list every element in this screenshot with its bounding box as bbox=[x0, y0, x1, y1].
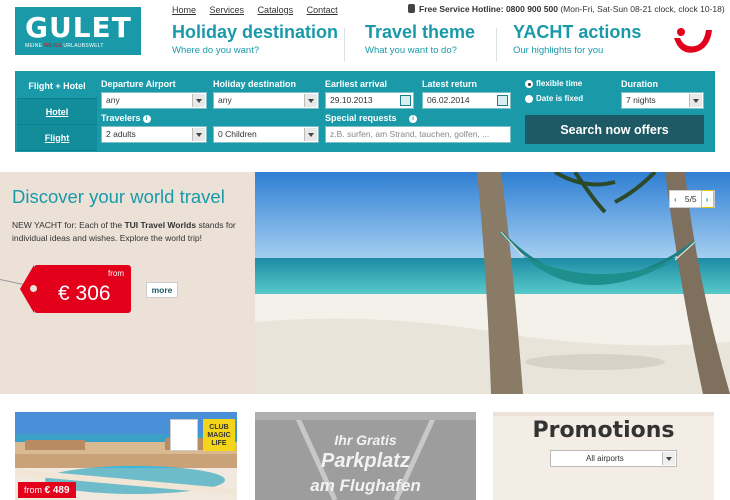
tab-flight-hotel[interactable]: Flight + Hotel bbox=[17, 73, 97, 99]
search-offers-button[interactable]: Search now offers bbox=[525, 115, 704, 144]
slider-next-button[interactable]: › bbox=[700, 190, 714, 208]
topnav-catalogs-link[interactable]: Catalogs bbox=[258, 5, 294, 15]
slider-position: 5/5 bbox=[684, 194, 697, 204]
airports-select[interactable]: All airports bbox=[550, 450, 677, 467]
earliest-arrival-label: Earliest arrival bbox=[325, 79, 388, 89]
more-button[interactable]: more bbox=[146, 282, 178, 298]
destination-select[interactable]: any bbox=[213, 92, 319, 109]
travelers-label: Travelers i bbox=[101, 113, 151, 123]
earliest-arrival-input[interactable]: 29.10.2013 bbox=[325, 92, 414, 109]
calendar-icon[interactable] bbox=[400, 95, 411, 106]
nav-subtitle: What you want to do? bbox=[365, 45, 457, 56]
top-navigation: Home Services Catalogs Contact bbox=[172, 5, 349, 15]
hero-price: € 306 bbox=[58, 282, 111, 305]
date-fixed-radio[interactable] bbox=[525, 95, 533, 103]
destination-label: Holiday destination bbox=[213, 79, 297, 89]
adults-select[interactable]: 2 adults bbox=[101, 126, 207, 143]
nav-holiday-destination[interactable]: Holiday destination Where do you want? bbox=[172, 22, 338, 56]
nav-divider bbox=[496, 28, 497, 62]
nav-divider bbox=[344, 28, 345, 62]
topnav-services-link[interactable]: Services bbox=[210, 5, 245, 15]
chevron-down-icon bbox=[689, 94, 702, 107]
info-icon[interactable]: i bbox=[409, 115, 418, 123]
nav-subtitle: Our highlights for you bbox=[513, 45, 604, 56]
chevron-down-icon bbox=[192, 94, 205, 107]
departure-select[interactable]: any bbox=[101, 92, 207, 109]
chevron-down-icon bbox=[304, 94, 317, 107]
flexible-time-radio[interactable] bbox=[525, 80, 533, 88]
nav-title: Travel theme bbox=[365, 22, 476, 42]
resort-price-tag[interactable]: from € 489 bbox=[18, 482, 76, 498]
hotline-hours: (Mon-Fri, Sat-Sun 08-21 clock, clock 10-… bbox=[560, 4, 725, 14]
hotline-number: 0800 900 500 bbox=[505, 4, 558, 14]
hero-description: NEW YACHT for: Each of the TUI Travel Wo… bbox=[12, 220, 236, 243]
tab-flight[interactable]: Flight bbox=[17, 125, 97, 151]
children-select[interactable]: 0 Children bbox=[213, 126, 319, 143]
chevron-down-icon bbox=[304, 128, 317, 141]
topnav-home-link[interactable]: Home bbox=[172, 5, 196, 15]
chevron-down-icon bbox=[662, 452, 675, 465]
service-hotline: Free Service Hotline: 0800 900 500 (Mon-… bbox=[408, 4, 725, 14]
gulet-logo[interactable]: GULET MEINE WEISS URLAUBSWELT bbox=[15, 7, 141, 55]
price-from-label: from bbox=[108, 269, 124, 278]
chevron-down-icon bbox=[192, 128, 205, 141]
date-fixed-label: Date is fixed bbox=[536, 94, 584, 103]
club-magic-life-badge: CLUB MAGIC LIFE bbox=[203, 419, 235, 451]
parking-line-1: Ihr Gratis bbox=[334, 432, 397, 448]
topnav-contact-link[interactable]: Contact bbox=[307, 5, 338, 15]
slider-prev-button[interactable]: ‹ bbox=[670, 191, 681, 207]
info-icon[interactable]: i bbox=[142, 115, 151, 123]
parking-line-3: am Flughafen bbox=[310, 476, 421, 495]
logo-tagline: MEINE WEISS URLAUBSWELT bbox=[25, 43, 104, 49]
nav-title: YACHT actions bbox=[513, 22, 642, 42]
promotions-title: Promotions bbox=[532, 418, 675, 443]
nav-travel-theme[interactable]: Travel theme What you want to do? bbox=[365, 22, 475, 56]
latest-return-input[interactable]: 06.02.2014 bbox=[422, 92, 511, 109]
search-tabs: Flight + Hotel Hotel Flight bbox=[17, 73, 97, 151]
hero-price-tag[interactable]: from € 306 bbox=[20, 265, 131, 313]
tab-hotel[interactable]: Hotel bbox=[17, 99, 97, 125]
flexible-time-label: flexible time bbox=[536, 79, 583, 88]
parking-line-2: Parkplatz bbox=[321, 450, 410, 472]
resort-logo-badge bbox=[170, 419, 198, 451]
special-requests-label: Special requests i bbox=[325, 113, 418, 123]
slider-controls: ‹ 5/5 › bbox=[669, 190, 715, 208]
nav-yacht-actions[interactable]: YACHT actions Our highlights for you bbox=[513, 22, 641, 56]
hero-beach-image[interactable] bbox=[255, 172, 730, 394]
logo-wordmark: GULET bbox=[25, 11, 132, 44]
nav-subtitle: Where do you want? bbox=[172, 45, 260, 56]
price-tag-hole bbox=[30, 285, 37, 292]
hotline-label: Free Service Hotline: bbox=[419, 4, 504, 14]
tui-smile-logo[interactable] bbox=[672, 26, 714, 56]
duration-select[interactable]: 7 nights bbox=[621, 92, 704, 109]
latest-return-label: Latest return bbox=[422, 79, 478, 89]
phone-icon bbox=[408, 4, 415, 13]
nav-title: Holiday destination bbox=[172, 22, 339, 42]
travel-search-form: Flight + Hotel Hotel Flight Departure Ai… bbox=[15, 71, 715, 152]
calendar-icon[interactable] bbox=[497, 95, 508, 106]
special-requests-input[interactable]: z.B. surfen, am Strand, tauchen, golfen,… bbox=[325, 126, 511, 143]
hero-title: Discover your world travel bbox=[12, 186, 225, 207]
duration-label: Duration bbox=[621, 79, 658, 89]
departure-label: Departure Airport bbox=[101, 79, 176, 89]
parking-teaser[interactable]: Ihr Gratis Parkplatz am Flughafen bbox=[255, 412, 476, 500]
